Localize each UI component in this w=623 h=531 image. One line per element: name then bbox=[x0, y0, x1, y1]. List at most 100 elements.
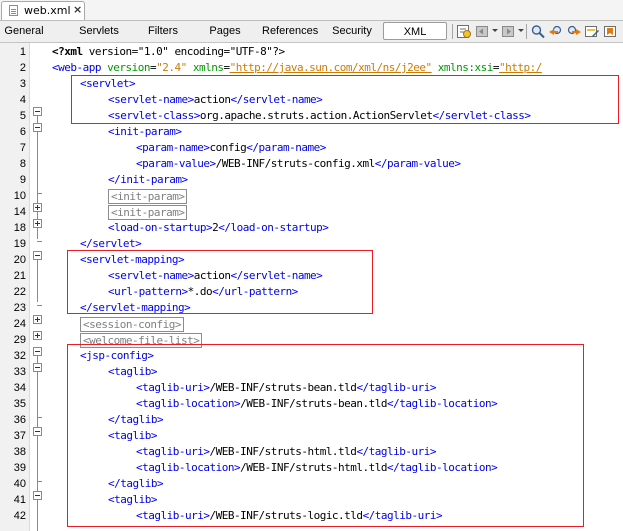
xml-tag: </load-on-startup> bbox=[218, 221, 329, 234]
xml-tag: </param-value> bbox=[374, 157, 461, 170]
expand-fold-icon[interactable] bbox=[33, 219, 42, 228]
folded-element[interactable]: <session-config> bbox=[80, 316, 184, 332]
collapse-fold-icon[interactable] bbox=[33, 347, 42, 356]
line-number: 1 bbox=[19, 46, 26, 58]
xml-attribute: version bbox=[107, 61, 150, 74]
code-line[interactable]: <param-name>config</param-name> bbox=[44, 140, 326, 156]
forward-dropdown-icon[interactable] bbox=[518, 29, 524, 32]
line-number: 21 bbox=[13, 270, 26, 282]
line-number: 2 bbox=[19, 62, 26, 74]
code-line[interactable]: <init-param> bbox=[44, 124, 182, 140]
servlet-mapping-highlight-box bbox=[67, 250, 373, 314]
collapse-fold-icon[interactable] bbox=[33, 427, 42, 436]
line-number: 7 bbox=[19, 142, 26, 154]
code-line[interactable]: <param-value>/WEB-INF/struts-config.xml<… bbox=[44, 156, 461, 172]
prev-occurrence-icon[interactable] bbox=[548, 24, 564, 39]
collapse-fold-icon[interactable] bbox=[33, 123, 42, 132]
fold-end-marker bbox=[37, 193, 42, 194]
xml-tag: <load-on-startup> bbox=[108, 221, 213, 234]
expand-fold-icon[interactable] bbox=[33, 203, 42, 212]
code-line[interactable]: <?xml version="1.0" encoding="UTF-8"?> bbox=[44, 44, 285, 60]
xml-attribute: xmlns:xsi bbox=[437, 61, 494, 74]
xml-tag: </servlet> bbox=[80, 237, 142, 250]
line-number: 41 bbox=[13, 494, 26, 506]
code-line[interactable]: <init-param> bbox=[44, 204, 188, 220]
line-number: 24 bbox=[13, 318, 26, 330]
line-number: 38 bbox=[13, 446, 26, 458]
code-line[interactable]: <web-app version="2.4" xmlns="http://jav… bbox=[44, 60, 542, 76]
tab-security[interactable]: Security bbox=[331, 22, 373, 40]
xml-tag: <param-name> bbox=[136, 141, 210, 154]
code-line[interactable]: </init-param> bbox=[44, 172, 188, 188]
fold-end-marker bbox=[37, 241, 42, 242]
line-number: 32 bbox=[13, 350, 26, 362]
code-line[interactable]: <load-on-startup>2</load-on-startup> bbox=[44, 220, 329, 236]
tab-general[interactable]: General bbox=[4, 22, 44, 40]
line-number: 29 bbox=[13, 334, 26, 346]
collapse-fold-icon[interactable] bbox=[33, 107, 42, 116]
toolbar-separator bbox=[452, 24, 453, 39]
line-number: 39 bbox=[13, 462, 26, 474]
forward-icon[interactable] bbox=[500, 24, 516, 39]
collapse-fold-icon[interactable] bbox=[33, 491, 42, 500]
line-number: 23 bbox=[13, 302, 26, 314]
back-icon[interactable] bbox=[474, 24, 490, 39]
line-number: 42 bbox=[13, 510, 26, 522]
line-number: 10 bbox=[13, 190, 26, 202]
tab-references[interactable]: References bbox=[262, 22, 318, 40]
folded-element[interactable]: <init-param> bbox=[108, 188, 188, 204]
code-line[interactable]: <init-param> bbox=[44, 188, 188, 204]
xml-tag: <web-app bbox=[52, 61, 101, 74]
xml-tag: <init-param> bbox=[108, 125, 182, 138]
tab-servlets[interactable]: Servlets bbox=[76, 22, 122, 40]
fold-guide-line bbox=[37, 260, 38, 302]
toggle-bookmark-icon[interactable] bbox=[603, 24, 619, 39]
xml-attribute-value: "2.4" bbox=[156, 61, 187, 74]
fold-end-marker bbox=[37, 417, 42, 418]
line-number-gutter: 1 2 3 4 5 6 7 8 9 10 14 18 19 20 21 22 23 24 29 32 33 34 35 36 3… bbox=[0, 43, 30, 531]
fold-guide-line bbox=[37, 356, 38, 531]
line-number: 34 bbox=[13, 382, 26, 394]
find-icon[interactable] bbox=[530, 24, 546, 39]
folded-element[interactable]: <init-param> bbox=[108, 204, 188, 220]
line-number: 5 bbox=[19, 110, 26, 122]
xml-text: /WEB-INF/struts-config.xml bbox=[215, 157, 376, 170]
expand-fold-icon[interactable] bbox=[33, 331, 42, 340]
xml-namespace-url: "http://java.sun.com/xml/ns/j2ee" bbox=[229, 61, 433, 74]
toggle-highlight-icon[interactable] bbox=[584, 24, 600, 39]
line-number: 20 bbox=[13, 254, 26, 266]
file-tab-web-xml[interactable]: web.xml × bbox=[1, 1, 85, 20]
servlet-highlight-box bbox=[71, 75, 619, 124]
fold-end-marker bbox=[37, 305, 42, 306]
collapse-fold-icon[interactable] bbox=[33, 251, 42, 260]
history-icon[interactable] bbox=[456, 24, 472, 39]
expand-fold-icon[interactable] bbox=[33, 315, 42, 324]
line-number: 22 bbox=[13, 286, 26, 298]
line-number: 36 bbox=[13, 414, 26, 426]
fold-end-marker bbox=[37, 481, 42, 482]
xml-tag: </init-param> bbox=[108, 173, 188, 186]
line-number: 9 bbox=[19, 174, 26, 186]
xml-file-icon bbox=[9, 5, 18, 16]
tab-xml[interactable]: XML bbox=[383, 22, 447, 40]
line-number: 4 bbox=[19, 94, 26, 106]
xml-namespace-url: "http:/ bbox=[499, 61, 542, 74]
xml-declaration: <?xml bbox=[52, 45, 83, 58]
back-dropdown-icon[interactable] bbox=[492, 29, 498, 32]
line-number: 18 bbox=[13, 222, 26, 234]
tab-pages[interactable]: Pages bbox=[209, 22, 241, 40]
file-tab-label: web.xml bbox=[24, 4, 71, 17]
code-line[interactable]: <session-config> bbox=[44, 316, 184, 332]
line-number: 3 bbox=[19, 78, 26, 90]
line-number: 14 bbox=[13, 206, 26, 218]
xml-tag: <param-value> bbox=[136, 157, 216, 170]
xml-attribute: xmlns bbox=[192, 61, 224, 74]
next-occurrence-icon[interactable] bbox=[566, 24, 582, 39]
collapse-fold-icon[interactable] bbox=[33, 363, 42, 372]
jsp-config-highlight-box bbox=[67, 344, 584, 527]
close-icon[interactable]: × bbox=[73, 3, 82, 16]
xml-tag: </param-name> bbox=[246, 141, 326, 154]
tab-filters[interactable]: Filters bbox=[145, 22, 181, 40]
line-number: 40 bbox=[13, 478, 26, 490]
code-folding-column bbox=[30, 43, 44, 531]
